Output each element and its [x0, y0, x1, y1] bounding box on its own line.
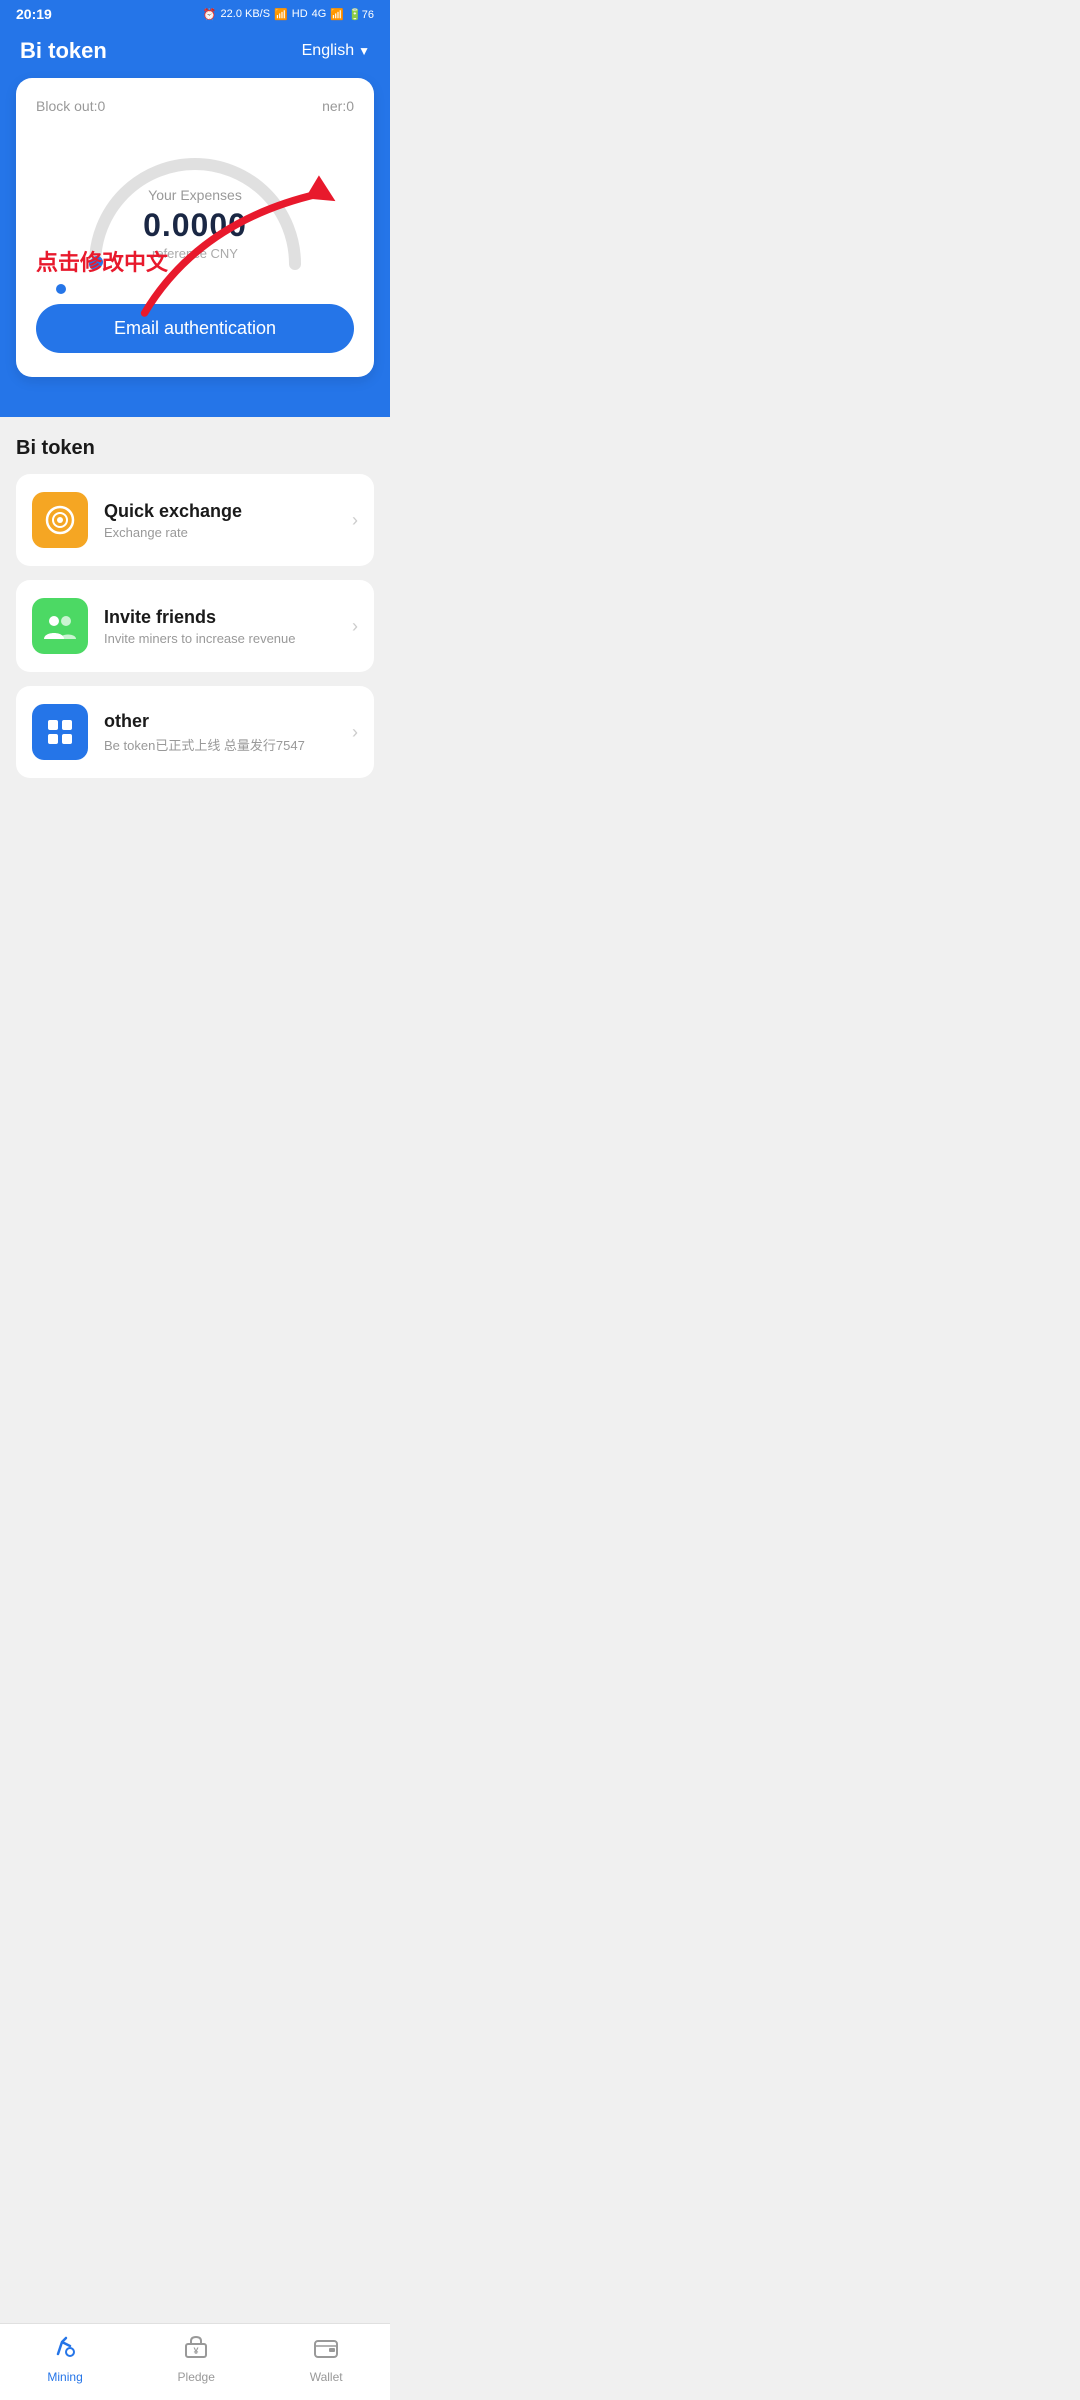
invite-friends-item[interactable]: Invite friends Invite miners to increase…	[16, 580, 374, 672]
expenses-card: Block out:0 ner:0 Your Expenses 0.0000 r…	[16, 78, 374, 377]
nav-pledge[interactable]: ¥ Pledge	[178, 2334, 215, 2384]
status-wifi-icon: 📶	[274, 8, 288, 21]
status-battery-icon: 🔋76	[348, 8, 374, 21]
mining-label: Mining	[47, 2370, 82, 2384]
quick-exchange-title: Quick exchange	[104, 501, 352, 522]
other-icon	[32, 704, 88, 760]
status-signal-icon: 📶	[330, 8, 344, 21]
block-out-label: Block out:0	[36, 98, 105, 114]
quick-exchange-icon	[32, 492, 88, 548]
quick-exchange-item[interactable]: Quick exchange Exchange rate ›	[16, 474, 374, 566]
status-icons: ⏰ 22.0 KB/S 📶 HD 4G 📶 🔋76	[203, 8, 374, 21]
quick-exchange-arrow-icon: ›	[352, 510, 358, 531]
language-selector[interactable]: English ▼	[302, 42, 370, 60]
card-top-row: Block out:0 ner:0	[36, 98, 354, 114]
other-subtitle: Be token已正式上线 总量发行7547	[104, 735, 352, 754]
bottom-nav: Mining ¥ Pledge Wallet	[0, 2323, 390, 2400]
invite-friends-arrow-icon: ›	[352, 616, 358, 637]
status-bar: 20:19 ⏰ 22.0 KB/S 📶 HD 4G 📶 🔋76	[0, 0, 390, 28]
bi-token-section: Bi token Quick exchange Exchange rate ›	[0, 417, 390, 872]
hero-section: Block out:0 ner:0 Your Expenses 0.0000 r…	[0, 64, 390, 417]
invite-friends-text: Invite friends Invite miners to increase…	[104, 607, 352, 646]
invite-friends-icon	[32, 598, 88, 654]
wallet-icon	[313, 2334, 339, 2366]
nav-mining[interactable]: Mining	[47, 2334, 82, 2384]
section-title: Bi token	[16, 437, 374, 460]
other-item[interactable]: other Be token已正式上线 总量发行7547 ›	[16, 686, 374, 778]
gauge-center: Your Expenses 0.0000 reference CNY	[143, 187, 247, 261]
other-title: other	[104, 711, 352, 732]
email-auth-button[interactable]: Email authentication	[36, 304, 354, 353]
svg-text:¥: ¥	[194, 2346, 199, 2356]
invite-friends-subtitle: Invite miners to increase revenue	[104, 631, 352, 646]
pledge-label: Pledge	[178, 2370, 215, 2384]
gauge-area: Your Expenses 0.0000 reference CNY	[36, 124, 354, 294]
language-label: English	[302, 42, 354, 60]
timer-label: ner:0	[322, 98, 354, 114]
pledge-icon: ¥	[183, 2334, 209, 2366]
mining-icon	[52, 2334, 78, 2366]
nav-wallet[interactable]: Wallet	[310, 2334, 343, 2384]
app-title: Bi token	[20, 38, 107, 64]
status-time: 20:19	[16, 6, 52, 22]
status-alarm-icon: ⏰	[203, 8, 217, 21]
expenses-value: 0.0000	[143, 207, 247, 244]
status-hd-icon: HD	[292, 8, 308, 20]
chevron-down-icon: ▼	[358, 44, 370, 58]
expenses-sub: reference CNY	[143, 246, 247, 261]
status-4g-icon: 4G	[312, 8, 327, 20]
wallet-label: Wallet	[310, 2370, 343, 2384]
header: Bi token English ▼	[0, 28, 390, 64]
status-speed: 22.0 KB/S	[221, 8, 271, 20]
quick-exchange-subtitle: Exchange rate	[104, 525, 352, 540]
invite-friends-title: Invite friends	[104, 607, 352, 628]
quick-exchange-text: Quick exchange Exchange rate	[104, 501, 352, 540]
expenses-label: Your Expenses	[143, 187, 247, 203]
other-arrow-icon: ›	[352, 722, 358, 743]
other-text: other Be token已正式上线 总量发行7547	[104, 711, 352, 754]
